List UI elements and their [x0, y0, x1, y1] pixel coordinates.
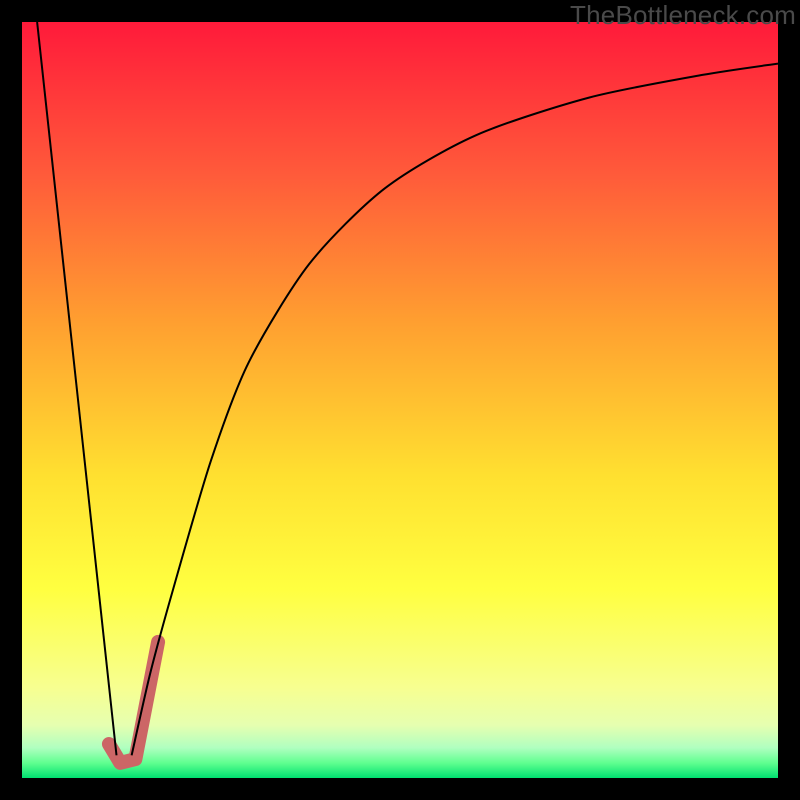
- plot-area: [22, 22, 778, 778]
- chart-frame: TheBottleneck.com: [0, 0, 800, 800]
- watermark-text: TheBottleneck.com: [570, 0, 796, 31]
- chart-svg: [22, 22, 778, 778]
- gradient-background: [22, 22, 778, 778]
